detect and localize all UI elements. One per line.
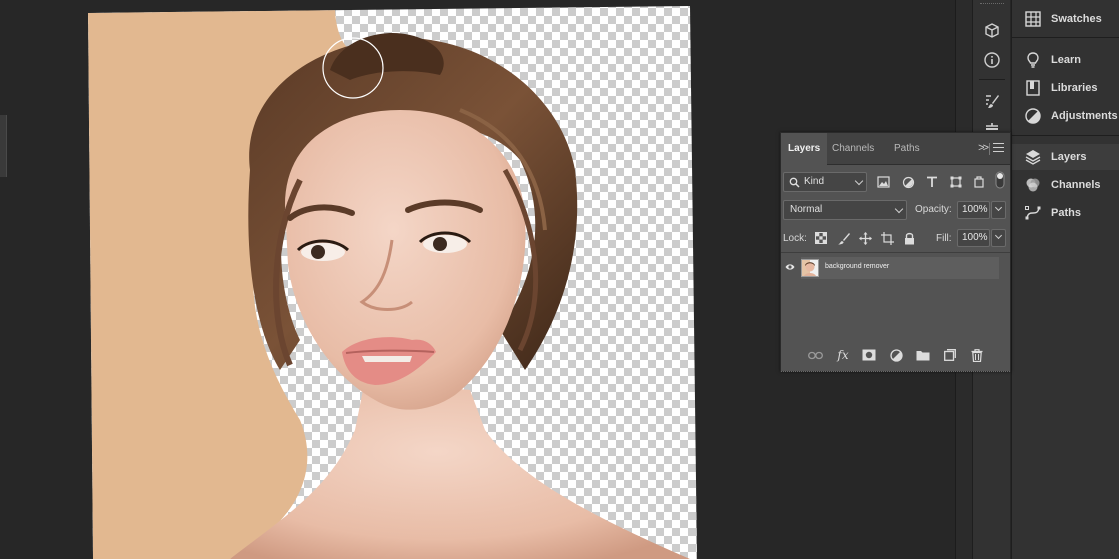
panel-item-label: Layers	[1051, 151, 1087, 163]
lock-artboard-icon[interactable]	[879, 230, 895, 246]
collapse-panel-button[interactable]: >>	[978, 142, 989, 154]
tab-paths[interactable]: Paths	[887, 133, 927, 165]
panel-item-learn[interactable]: Learn	[1012, 47, 1119, 73]
paths-icon	[1022, 202, 1044, 224]
new-adjustment-layer-icon[interactable]	[887, 347, 905, 363]
panel-item-label: Swatches	[1051, 13, 1102, 25]
fill-dropdown[interactable]	[991, 229, 1006, 247]
3d-cube-icon[interactable]	[978, 18, 1006, 44]
new-layer-icon[interactable]	[941, 347, 959, 363]
fill-label: Fill:	[936, 233, 952, 244]
layer-thumbnail	[801, 259, 819, 277]
fx-icon: fx	[837, 348, 849, 362]
panel-list: Swatches Learn Libraries Adjustments Lay…	[1011, 0, 1119, 559]
blend-row: Normal Opacity: 100%	[781, 199, 1010, 227]
lock-row: Lock: Fill: 100%	[781, 227, 1010, 255]
panel-item-layers[interactable]: Layers	[1012, 144, 1119, 170]
lock-transparent-icon[interactable]	[813, 230, 829, 246]
add-layer-style-button[interactable]: fx	[834, 347, 852, 363]
blend-mode-select[interactable]: Normal	[783, 200, 907, 220]
strip-divider	[979, 79, 1005, 80]
channels-icon	[1022, 174, 1044, 196]
layer-visibility-eye-icon[interactable]	[785, 262, 795, 274]
layer-name[interactable]: background remover	[825, 263, 889, 270]
opacity-dropdown[interactable]	[991, 201, 1006, 219]
fill-field[interactable]: 100%	[957, 229, 990, 247]
layer-row[interactable]: background remover	[801, 257, 999, 279]
panel-item-label: Learn	[1051, 54, 1081, 66]
info-icon[interactable]	[978, 47, 1006, 73]
tab-channels[interactable]: Channels	[825, 133, 881, 165]
opacity-label: Opacity:	[915, 204, 952, 215]
tab-layers[interactable]: Layers	[781, 133, 828, 165]
filter-adjustment-icon[interactable]	[900, 174, 916, 190]
panel-item-label: Channels	[1051, 179, 1101, 191]
panel-menu-icon[interactable]	[993, 143, 1004, 152]
lock-position-icon[interactable]	[857, 230, 873, 246]
panel-item-label: Paths	[1051, 207, 1081, 219]
layers-list-divider	[781, 252, 1010, 253]
lock-pixels-brush-icon[interactable]	[835, 230, 851, 246]
panel-item-libraries[interactable]: Libraries	[1012, 75, 1119, 101]
filter-pixel-icon[interactable]	[875, 174, 891, 190]
panel-item-paths[interactable]: Paths	[1012, 200, 1119, 226]
add-mask-icon[interactable]	[860, 347, 878, 363]
panel-item-swatches[interactable]: Swatches	[1012, 6, 1119, 32]
layer-filter-row: Kind	[781, 171, 1010, 199]
libraries-icon	[1022, 77, 1044, 99]
tab-divider	[989, 143, 990, 155]
search-icon	[789, 177, 800, 188]
layers-panel-tabs: Layers Channels Paths >>	[781, 133, 1010, 165]
panel-item-adjustments[interactable]: Adjustments	[1012, 103, 1119, 129]
strip-grip[interactable]	[980, 3, 1004, 5]
panel-item-label: Libraries	[1051, 82, 1098, 94]
filter-toggle-icon[interactable]	[994, 171, 1006, 189]
layers-icon	[1022, 146, 1044, 168]
bulb-icon	[1022, 49, 1044, 71]
layers-panel: Layers Channels Paths >> Kind Normal Opa…	[780, 132, 1011, 372]
panel-list-divider	[1012, 37, 1119, 38]
link-layers-icon[interactable]	[806, 347, 824, 363]
brush-settings-icon[interactable]	[978, 88, 1006, 114]
panel-list-divider	[1012, 135, 1119, 136]
panel-item-channels[interactable]: Channels	[1012, 172, 1119, 198]
panel-resize-grip[interactable]	[781, 371, 1010, 372]
opacity-field[interactable]: 100%	[957, 201, 990, 219]
lock-all-icon[interactable]	[901, 230, 917, 246]
blend-mode-value: Normal	[790, 204, 823, 215]
new-group-folder-icon[interactable]	[914, 347, 932, 363]
adjustments-icon	[1022, 105, 1044, 127]
filter-kind-select[interactable]: Kind	[783, 172, 867, 192]
layers-panel-footer: fx	[781, 339, 1010, 371]
delete-layer-trash-icon[interactable]	[968, 347, 986, 363]
filter-type-icon[interactable]	[924, 174, 940, 190]
lock-label: Lock:	[783, 233, 807, 244]
filter-shape-icon[interactable]	[948, 174, 964, 190]
panel-item-label: Adjustments	[1051, 110, 1118, 122]
filter-smart-object-icon[interactable]	[971, 174, 987, 190]
filter-kind-value: Kind	[804, 176, 825, 187]
swatches-icon	[1022, 8, 1044, 30]
